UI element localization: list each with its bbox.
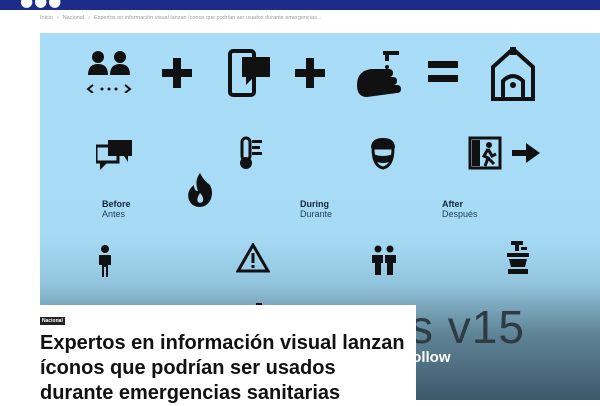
chat-icon	[96, 140, 132, 170]
site-logo[interactable]: ●●●	[20, 0, 62, 10]
category-badge[interactable]: Nacional	[40, 317, 65, 325]
version-text: s v15	[410, 301, 525, 353]
article-title[interactable]: Expertos en información visual lanzan íc…	[40, 331, 412, 406]
hand-washing-icon	[353, 47, 405, 99]
plus-icon	[295, 58, 325, 88]
thermometer-icon	[236, 136, 266, 170]
phase-during: During Durante	[300, 199, 332, 219]
phase-during-en: During	[300, 199, 329, 209]
breadcrumb-home[interactable]: Inicio	[40, 15, 53, 21]
face-mask-icon	[367, 136, 399, 170]
site-header: ●●●	[0, 0, 600, 10]
phase-after: After Después	[442, 199, 478, 219]
phase-before-en: Before	[102, 199, 131, 209]
breadcrumb-separator: ›	[56, 15, 59, 21]
phase-after-en: After	[442, 199, 464, 209]
phase-before-es: Antes	[102, 209, 126, 219]
phase-before: Before Antes	[102, 199, 131, 219]
phone-message-icon	[228, 49, 272, 97]
equals-icon	[428, 61, 458, 83]
arrow-right-icon	[512, 143, 540, 163]
phase-during-es: Durante	[300, 209, 333, 219]
fire-icon	[186, 173, 214, 207]
sink-icon	[505, 241, 531, 275]
plus-icon	[162, 58, 192, 88]
article-card: Nacional Expertos en información visual …	[40, 305, 416, 404]
people-distance-icon	[84, 49, 134, 93]
person-icon	[97, 245, 113, 277]
breadcrumb-separator: ›	[88, 15, 90, 21]
couple-icon	[371, 245, 397, 275]
phase-after-es: Después	[442, 209, 478, 219]
breadcrumb-current: Expertos en información visual lanzan íc…	[93, 15, 322, 21]
breadcrumb: Inicio › Nacional › Expertos en información …	[40, 15, 321, 21]
breadcrumb-category[interactable]: Nacional	[63, 15, 84, 21]
exit-door-icon	[468, 136, 502, 170]
home-icon	[491, 47, 535, 101]
warning-icon	[236, 243, 270, 273]
